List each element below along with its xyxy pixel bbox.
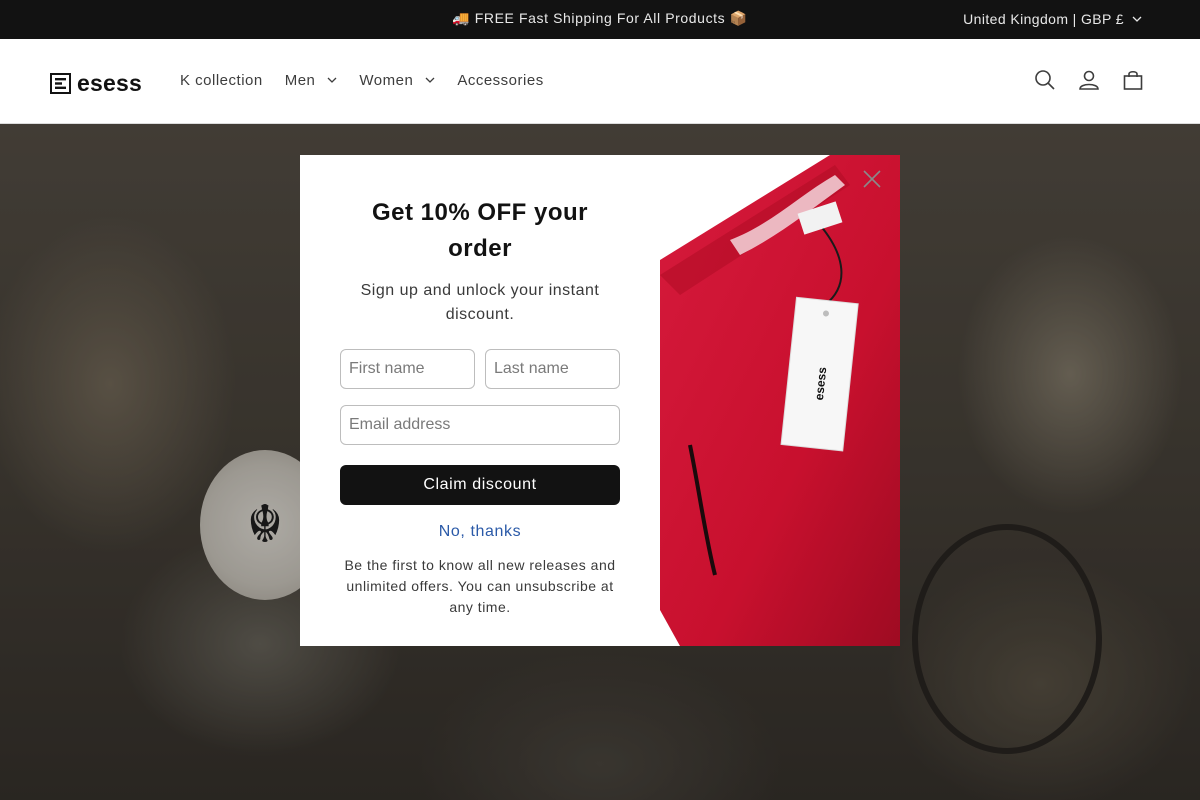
nav-item-label: Accessories [457, 72, 544, 89]
popup-subtitle: Sign up and unlock your instant discount… [360, 282, 600, 323]
nav-item-label: K collection [180, 72, 263, 89]
search-icon[interactable] [1034, 69, 1056, 91]
popup-title: Get 10% OFF your order [371, 199, 589, 262]
no-thanks-link[interactable]: No, thanks [340, 523, 620, 541]
email-field[interactable] [340, 405, 620, 445]
announcement-bar: 🚚 FREE Fast Shipping For All Products 📦 … [0, 0, 1200, 39]
account-icon[interactable] [1078, 69, 1100, 91]
nav-item-men[interactable]: Men [285, 72, 338, 89]
close-icon[interactable] [860, 167, 884, 191]
red-shorts-illustration: esess [660, 155, 900, 646]
country-selector-label: United Kingdom | GBP £ [963, 11, 1124, 27]
nav-item-women[interactable]: Women [359, 72, 435, 89]
site-header: esess K collection Men Women Accessories [0, 39, 1200, 124]
discount-popup: Get 10% OFF your order Sign up and unloc… [300, 155, 900, 646]
cart-icon[interactable] [1122, 69, 1144, 91]
nav-item-label: Women [359, 72, 414, 89]
claim-discount-button[interactable]: Claim discount [340, 465, 620, 505]
popup-fine-print: Be the first to know all new releases an… [344, 557, 616, 615]
site-logo[interactable]: esess [50, 70, 142, 97]
chevron-down-icon [327, 77, 337, 83]
main-nav: K collection Men Women Accessories [180, 72, 566, 89]
product-image: esess [660, 155, 900, 646]
country-selector[interactable]: United Kingdom | GBP £ [963, 11, 1142, 27]
chevron-down-icon [425, 77, 435, 83]
nav-item-label: Men [284, 72, 316, 89]
name-row [340, 349, 620, 389]
signup-form: Get 10% OFF your order Sign up and unloc… [300, 155, 660, 646]
nav-item-k-collection[interactable]: K collection [180, 72, 263, 89]
nav-item-accessories[interactable]: Accessories [457, 72, 543, 89]
logo-mark-icon [50, 73, 71, 94]
header-icons [1034, 69, 1144, 91]
last-name-field[interactable] [485, 349, 620, 389]
first-name-field[interactable] [340, 349, 475, 389]
logo-text: esess [77, 70, 142, 96]
chevron-down-icon [1132, 16, 1142, 22]
